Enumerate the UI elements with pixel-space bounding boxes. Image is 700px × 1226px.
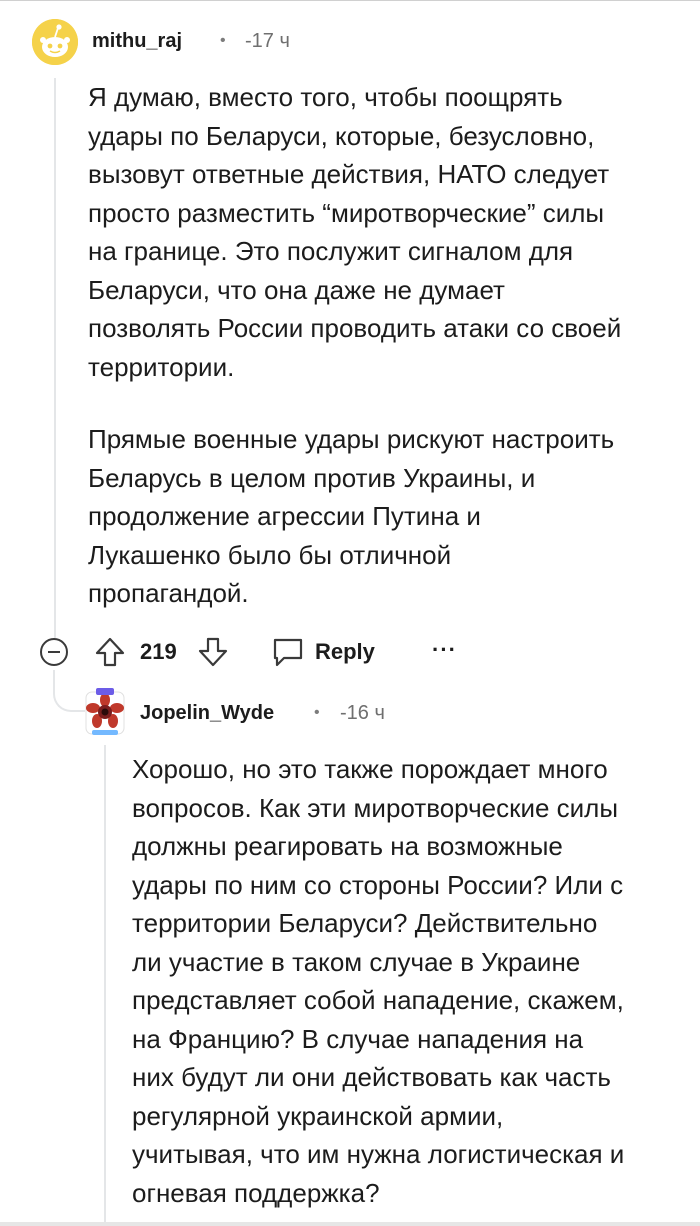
meta-separator: • [314, 704, 320, 721]
comment-time: -17 ч [245, 30, 290, 52]
downvote-arrow-icon[interactable] [197, 636, 229, 668]
reply-thread-line[interactable] [104, 745, 106, 1226]
reply-time: -16 ч [340, 702, 385, 724]
thread-line[interactable] [54, 78, 56, 638]
top-border [0, 0, 700, 1]
comment-username[interactable]: mithu_raj [92, 30, 182, 53]
vote-count: 219 [140, 639, 177, 664]
comment-body: Я думаю, вместо того, чтобы поощрять уда… [88, 82, 622, 382]
monster-flower-avatar-icon[interactable] [82, 686, 128, 738]
reply-thread-connector [53, 670, 85, 712]
bottom-border [0, 1222, 700, 1226]
reply-username[interactable]: Jopelin_Wyde [140, 702, 274, 725]
comment-body-paragraph-2: Прямые военные удары рискуют настроить Б… [88, 424, 615, 608]
upvote-arrow-icon[interactable] [94, 636, 126, 668]
collapse-button[interactable] [40, 638, 68, 666]
meta-separator: • [220, 32, 226, 49]
speech-bubble-icon[interactable] [271, 636, 305, 668]
reply-body: Хорошо, но это также порождает много воп… [132, 754, 625, 1208]
snoo-avatar-icon[interactable] [32, 19, 78, 65]
reply-button[interactable]: Reply [315, 638, 375, 666]
more-options-button[interactable]: ··· [432, 636, 457, 664]
